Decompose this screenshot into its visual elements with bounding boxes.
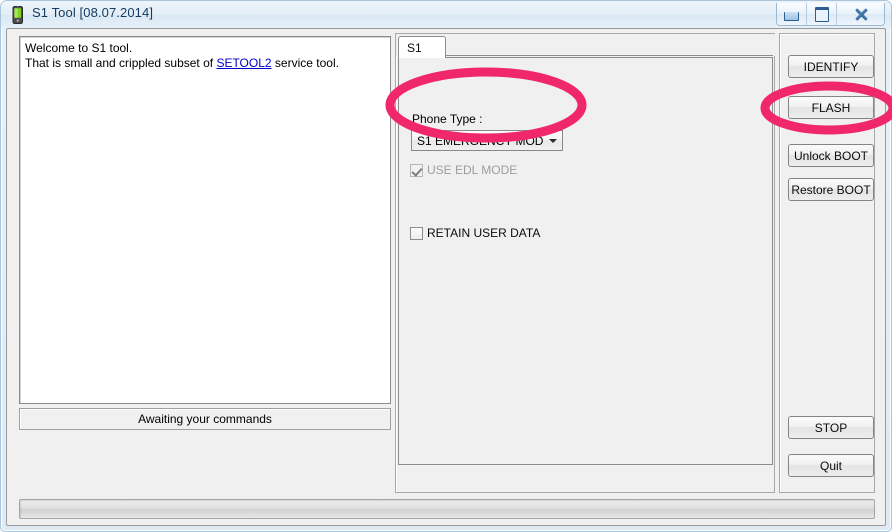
unlock-boot-button[interactable]: Unlock BOOT bbox=[788, 144, 874, 167]
app-window: S1 Tool [08.07.2014] Welcome to S1 tool.… bbox=[0, 0, 892, 532]
log-line-2-prefix: That is small and crippled subset of bbox=[25, 56, 217, 70]
retain-user-data-label: RETAIN USER DATA bbox=[427, 226, 541, 240]
phone-type-combobox[interactable]: S1 EMERGENCY MODE bbox=[411, 130, 563, 151]
tab-strip: S1 bbox=[396, 34, 776, 58]
log-line-2: That is small and crippled subset of SET… bbox=[25, 56, 385, 71]
checkbox-checked-icon bbox=[410, 163, 423, 177]
use-edl-mode-checkbox[interactable]: USE EDL MODE bbox=[410, 163, 517, 177]
restore-boot-button-label: Restore BOOT bbox=[791, 182, 871, 197]
quit-button[interactable]: Quit bbox=[788, 454, 874, 477]
phone-type-label: Phone Type : bbox=[412, 112, 483, 126]
client-area: Welcome to S1 tool. That is small and cr… bbox=[6, 28, 886, 526]
unlock-boot-button-label: Unlock BOOT bbox=[793, 148, 868, 163]
retain-user-data-checkbox[interactable]: RETAIN USER DATA bbox=[410, 226, 540, 240]
phone-icon bbox=[11, 5, 25, 24]
chevron-down-icon bbox=[543, 131, 562, 150]
tab-s1-label: S1 bbox=[407, 40, 422, 55]
stop-button-label: STOP bbox=[814, 420, 848, 435]
window-title: S1 Tool [08.07.2014] bbox=[32, 5, 154, 20]
use-edl-mode-label: USE EDL MODE bbox=[427, 163, 518, 177]
quit-button-label: Quit bbox=[819, 458, 842, 473]
close-button[interactable] bbox=[837, 3, 884, 25]
maximize-icon bbox=[814, 6, 829, 22]
log-output-panel[interactable]: Welcome to S1 tool. That is small and cr… bbox=[19, 36, 391, 404]
flash-button[interactable]: FLASH bbox=[788, 96, 874, 119]
phone-type-value: S1 EMERGENCY MODE bbox=[417, 133, 543, 148]
log-line-1: Welcome to S1 tool. bbox=[25, 41, 133, 55]
close-icon bbox=[853, 7, 869, 21]
checkbox-unchecked-icon bbox=[410, 226, 423, 240]
action-button-panel: IDENTIFY FLASH Unlock BOOT Restore BOOT … bbox=[779, 33, 875, 493]
minimize-button[interactable] bbox=[777, 3, 807, 25]
identify-button[interactable]: IDENTIFY bbox=[788, 55, 874, 78]
title-bar[interactable]: S1 Tool [08.07.2014] bbox=[1, 1, 891, 28]
flash-button-label: FLASH bbox=[811, 100, 851, 115]
tab-strip-filler bbox=[446, 37, 773, 56]
log-line-2-suffix: service tool. bbox=[271, 56, 339, 70]
identify-button-label: IDENTIFY bbox=[803, 59, 859, 74]
window-controls bbox=[776, 3, 885, 26]
tab-page-s1: Phone Type : S1 EMERGENCY MODE USE EDL M… bbox=[398, 57, 773, 465]
status-text: Awaiting your commands bbox=[138, 412, 272, 426]
minimize-icon bbox=[784, 11, 799, 21]
stop-button[interactable]: STOP bbox=[788, 416, 874, 439]
setool2-link[interactable]: SETOOL2 bbox=[216, 56, 271, 70]
restore-boot-button[interactable]: Restore BOOT bbox=[788, 178, 874, 201]
options-group: S1 Phone Type : S1 EMERGENCY MODE USE ED… bbox=[395, 33, 776, 493]
status-bar: Awaiting your commands bbox=[19, 408, 391, 430]
progress-bar bbox=[19, 499, 875, 519]
maximize-button[interactable] bbox=[807, 3, 837, 25]
tab-s1[interactable]: S1 bbox=[398, 36, 446, 58]
